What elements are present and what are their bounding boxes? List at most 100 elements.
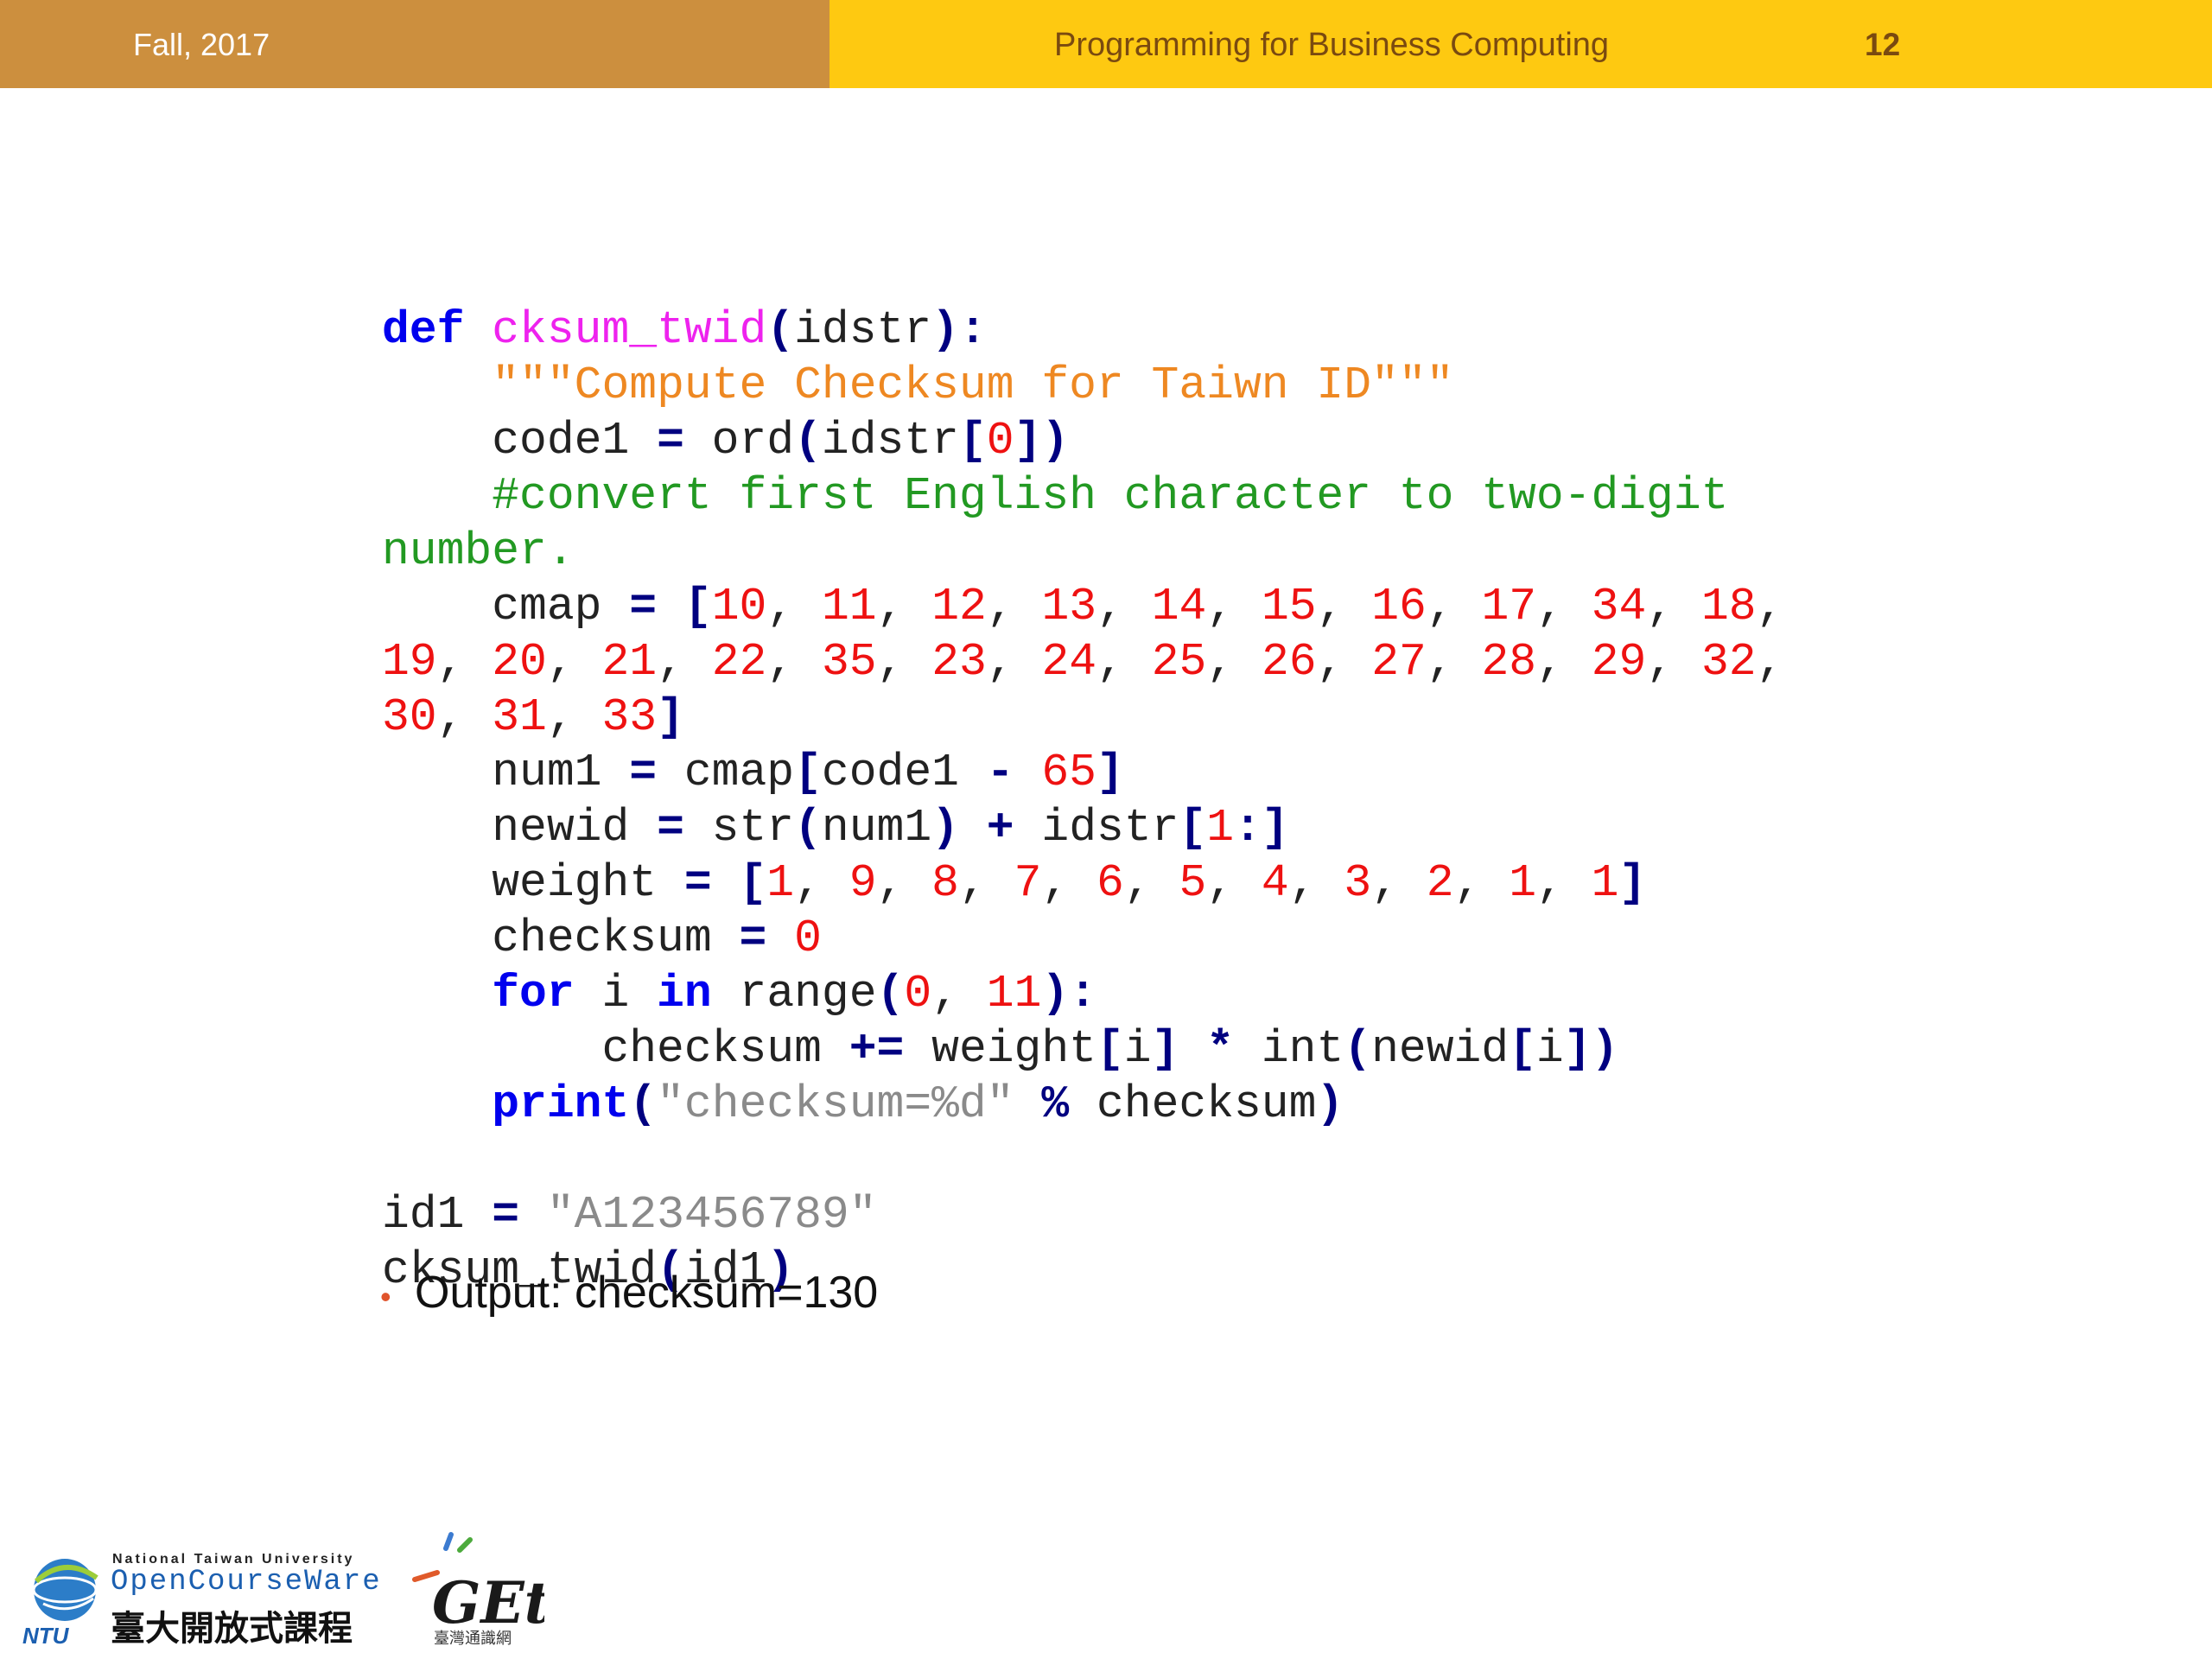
globe-icon [32,1559,99,1621]
code-token: = [739,912,767,964]
code-token: 15 [1261,581,1317,632]
code-token: 22 [711,636,767,688]
header-left-band: Fall, 2017 [0,0,830,88]
code-token: 3 [1344,857,1372,909]
code-token: [ [958,415,987,467]
code-line: #convert first English character to two-… [382,470,1728,522]
code-token: print [492,1078,630,1130]
code-line: number. [382,525,575,577]
code-token: 33 [601,691,658,743]
code-token: , [931,968,987,1020]
code-token: , [1316,581,1372,632]
code-token: cksum_twid [492,304,767,356]
code-token: ( [794,802,822,854]
bullet-marker: • [380,1279,391,1314]
code-line: cmap = [10, 11, 12, 13, 14, 15, 16, 17, … [382,581,1783,632]
code-block: def cksum_twid(idstr): """Compute Checks… [382,302,1783,1298]
code-token: newid [1371,1023,1510,1075]
code-line: 19, 20, 21, 22, 35, 23, 24, 25, 26, 27, … [382,636,1783,688]
code-token: = [492,1189,520,1241]
code-token: 16 [1371,581,1427,632]
code-token: 7 [1014,857,1042,909]
code-token: , [1316,636,1372,688]
code-token: code1 [821,747,987,798]
code-token: , [876,857,932,909]
code-token: + [986,802,1014,854]
code-token: ): [1041,968,1097,1020]
code-token: i [574,968,658,1020]
code-token: [ [794,747,822,798]
code-token: ord [683,415,795,467]
code-token: 9 [849,857,877,909]
code-token: number. [382,525,575,577]
code-token: 28 [1481,636,1537,688]
code-token: = [657,415,684,467]
code-token: [ [1179,802,1207,854]
code-token: , [1041,857,1097,909]
code-token: cmap [657,747,795,798]
code-token: ]) [1563,1023,1619,1075]
code-token: 1 [1509,857,1537,909]
code-line: newid = str(num1) + idstr[1:] [382,802,1288,854]
code-token: , [876,581,932,632]
code-token: = [629,747,658,798]
code-token: [ [683,581,712,632]
code-token: , [986,581,1042,632]
code-token: = [657,802,684,854]
code-token: range [711,968,877,1020]
code-token: , [436,636,493,688]
ocw-wordmark: OpenCourseWare [111,1566,382,1599]
code-token: , [1096,636,1152,688]
code-token: 29 [1591,636,1647,688]
code-token: ( [1344,1023,1372,1075]
code-token: 0 [904,968,932,1020]
code-token: 34 [1591,581,1647,632]
bullet-item: • Output: checksum=130 [380,1267,878,1323]
code-token: ( [876,968,905,1020]
code-token: , [1426,636,1482,688]
code-token: , [1646,581,1701,632]
code-token: 21 [601,636,658,688]
code-token: weight [904,1023,1096,1075]
code-token: , [986,636,1042,688]
code-token: 0 [986,415,1014,467]
code-token: 65 [1041,747,1096,798]
code-token: "A123456789" [546,1189,877,1241]
code-token: ( [629,1078,658,1130]
code-token: ] [1096,747,1124,798]
code-token: , [1756,636,1784,688]
code-token: 12 [931,581,987,632]
code-token: 4 [1261,857,1289,909]
code-token: , [766,581,822,632]
code-token: [ [1509,1023,1536,1075]
code-token: 31 [492,691,547,743]
code-token: 11 [821,581,877,632]
code-token: checksum [382,912,740,964]
code-token: 25 [1151,636,1207,688]
code-line: checksum += weight[i] * int(newid[i]) [382,1023,1618,1075]
code-token: += [849,1023,905,1075]
code-token: , [794,857,849,909]
code-token: checksum [382,1023,849,1075]
code-token: 19 [382,636,437,688]
bullet-text: Output: checksum=130 [415,1268,879,1318]
code-token: """Compute Checksum for Taiwn ID""" [492,359,1454,411]
code-token: #convert first English character to two-… [492,470,1729,522]
code-token: = [629,581,658,632]
code-token: 23 [931,636,987,688]
get-logo: GEt 臺灣通識網 [412,1532,544,1648]
code-token: 27 [1371,636,1427,688]
code-token: code1 [382,415,658,467]
code-token: 17 [1481,581,1537,632]
code-token: 1 [1591,857,1619,909]
code-token: 14 [1151,581,1207,632]
code-token: , [436,691,493,743]
